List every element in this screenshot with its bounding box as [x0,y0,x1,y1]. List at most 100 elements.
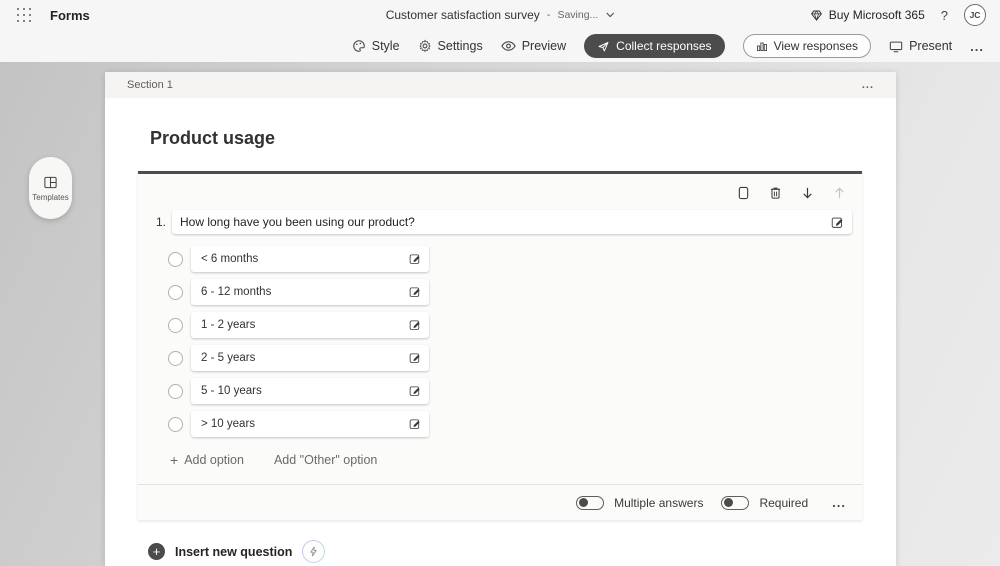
question-text-input[interactable]: How long have you been using our product… [172,210,852,234]
bar-chart-icon [756,40,768,52]
app-name: Forms [50,7,90,23]
option-text: 5 - 10 years [201,385,262,397]
add-other-label: Add "Other" option [273,453,378,467]
collect-responses-button[interactable]: Collect responses [584,34,725,58]
form-canvas: Section 1 ... Product usage 1. How long … [105,72,896,566]
question-row: 1. How long have you been using our prod… [152,210,852,234]
option-media-edit-icon[interactable] [409,253,421,265]
command-bar: Style Settings Preview Collect responses… [0,30,1000,62]
option-input[interactable]: > 10 years [191,411,429,437]
style-button[interactable]: Style [352,39,400,53]
option-row: < 6 months [168,246,862,272]
question-number: 1. [155,215,166,229]
option-input[interactable]: 6 - 12 months [191,279,429,305]
toolbar-more-button[interactable]: ... [970,39,984,54]
delete-question-icon[interactable] [767,185,783,201]
copilot-icon[interactable] [302,540,325,563]
present-label: Present [909,39,953,53]
required-label: Required [759,495,809,510]
option-input[interactable]: < 6 months [191,246,429,272]
buy-microsoft-365-button[interactable]: Buy Microsoft 365 [810,8,925,22]
chevron-down-icon[interactable] [605,12,614,18]
add-question-plus-icon[interactable]: + [148,543,165,560]
option-media-edit-icon[interactable] [409,352,421,364]
diamond-icon [810,9,823,22]
option-radio[interactable] [168,317,183,333]
option-row: > 10 years [168,411,862,437]
option-radio[interactable] [168,251,183,267]
option-text: 2 - 5 years [201,352,256,364]
style-palette-icon [352,39,366,53]
option-media-edit-icon[interactable] [409,319,421,331]
option-media-edit-icon[interactable] [409,418,421,430]
document-title-group[interactable]: Customer satisfaction survey - Saving... [386,0,615,30]
account-avatar[interactable]: JC [964,4,986,26]
question-card: 1. How long have you been using our prod… [138,171,862,520]
section-more-button[interactable]: ... [862,79,874,91]
add-other-option-button[interactable]: Add "Other" option [274,453,377,467]
option-radio[interactable] [168,383,183,399]
document-title[interactable]: Customer satisfaction survey [386,8,540,22]
required-toggle[interactable] [721,495,750,510]
question-more-button[interactable]: ... [832,495,846,510]
top-bar: Forms Customer satisfaction survey - Sav… [0,0,1000,30]
templates-grid-icon [43,175,58,190]
form-title[interactable]: Product usage [150,128,896,149]
option-radio[interactable] [168,350,183,366]
present-button[interactable]: Present [889,39,952,53]
option-input[interactable]: 5 - 10 years [191,378,429,404]
option-input[interactable]: 1 - 2 years [191,312,429,338]
insert-new-question-button[interactable]: Insert new question [175,545,292,559]
move-question-down-icon[interactable] [799,185,815,201]
section-header: Section 1 ... [105,72,896,98]
plus-icon: + [170,452,179,468]
question-media-edit-icon[interactable] [831,216,844,229]
topbar-right: Buy Microsoft 365 ? JC [810,4,986,26]
option-text: 6 - 12 months [201,286,272,298]
add-option-button[interactable]: + Add option [170,452,244,468]
section-label: Section 1 [127,79,173,91]
settings-label: Settings [437,39,483,53]
option-text: < 6 months [201,253,259,265]
question-text: How long have you been using our product… [180,215,415,229]
option-media-edit-icon[interactable] [409,286,421,298]
copy-question-icon[interactable] [735,185,751,201]
gear-icon [418,39,432,53]
collect-responses-label: Collect responses [616,39,712,53]
insert-question-row: + Insert new question [148,540,896,563]
send-icon [597,40,610,53]
monitor-icon [889,40,903,53]
question-card-footer: Multiple answers Required ... [138,484,862,520]
option-row: 5 - 10 years [168,378,862,404]
save-status: Saving... [557,9,599,21]
option-media-edit-icon[interactable] [409,385,421,397]
option-row: 2 - 5 years [168,345,862,371]
option-radio[interactable] [168,416,183,432]
app-launcher-waffle-icon[interactable] [14,5,34,25]
option-input[interactable]: 2 - 5 years [191,345,429,371]
options-list: < 6 months 6 - 12 months 1 - 2 years 2 -… [168,246,862,437]
question-card-toolbar [138,184,862,202]
eye-icon [500,40,516,52]
view-responses-button[interactable]: View responses [742,34,872,58]
help-button[interactable]: ? [941,8,948,23]
style-label: Style [371,39,400,53]
title-separator: - [546,9,551,21]
multiple-answers-label: Multiple answers [614,495,704,510]
forms-app: Forms Customer satisfaction survey - Sav… [0,0,1000,566]
settings-button[interactable]: Settings [418,39,483,53]
templates-button[interactable]: Templates [29,157,72,219]
workspace: Templates Section 1 ... Product usage 1.… [0,62,1000,566]
option-text: > 10 years [201,418,256,430]
add-options-row: + Add option Add "Other" option [170,452,862,468]
preview-label: Preview [521,39,567,53]
buy-label: Buy Microsoft 365 [828,8,925,22]
preview-button[interactable]: Preview [500,39,567,53]
add-option-label: Add option [184,453,244,467]
option-radio[interactable] [168,284,183,300]
option-row: 1 - 2 years [168,312,862,338]
option-text: 1 - 2 years [201,319,256,331]
multiple-answers-toggle[interactable] [576,495,605,510]
view-responses-label: View responses [773,39,859,53]
option-row: 6 - 12 months [168,279,862,305]
